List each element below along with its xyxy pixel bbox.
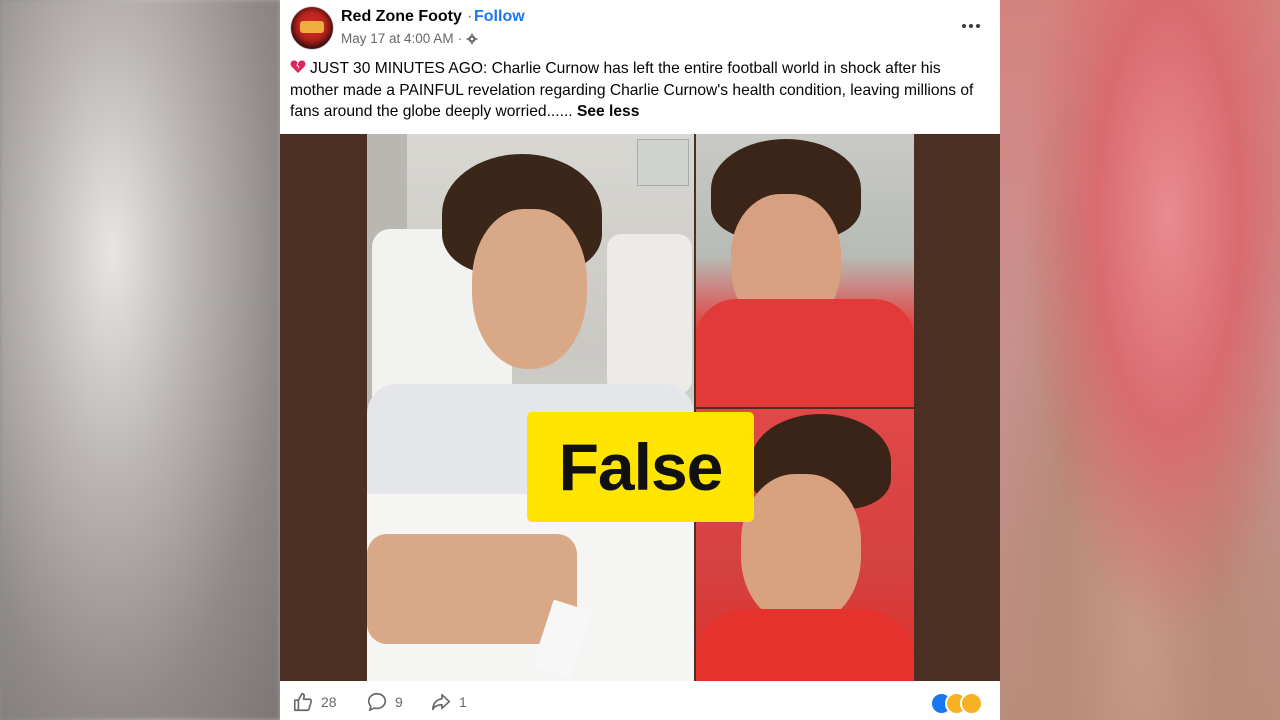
share-count: 1 — [459, 694, 467, 710]
see-less-link[interactable]: See less — [577, 103, 639, 120]
share-button[interactable]: 1 — [430, 684, 467, 720]
comment-icon — [367, 692, 387, 712]
hospital-photo — [367, 134, 694, 681]
blurred-background-left — [0, 0, 280, 720]
facebook-post: Red Zone Footy · Follow May 17 at 4:00 A… — [280, 0, 1000, 720]
sad-reaction-icon — [960, 692, 983, 715]
false-rating-badge: False — [527, 412, 754, 522]
post-timestamp[interactable]: May 17 at 4:00 AM — [341, 31, 454, 46]
avatar-logo — [300, 21, 324, 33]
separator-dot: · — [457, 31, 463, 46]
settings-icon[interactable] — [466, 33, 478, 45]
thumbs-up-icon — [293, 692, 313, 712]
share-icon — [431, 693, 451, 711]
page-name[interactable]: Red Zone Footy — [341, 8, 462, 26]
page-avatar[interactable] — [290, 6, 334, 50]
blurred-background-right — [1000, 0, 1280, 720]
like-button[interactable]: 28 — [292, 684, 337, 720]
player-photo-top — [696, 134, 914, 407]
more-options-icon[interactable] — [958, 14, 984, 38]
comment-count: 9 — [395, 694, 403, 710]
post-meta: May 17 at 4:00 AM · — [341, 31, 478, 46]
comment-button[interactable]: 9 — [366, 684, 403, 720]
broken-heart-icon — [290, 60, 306, 73]
post-header: Red Zone Footy · Follow May 17 at 4:00 A… — [280, 0, 1000, 56]
like-count: 28 — [321, 694, 337, 710]
post-image[interactable]: False — [280, 134, 1000, 681]
separator-dot: · — [467, 8, 473, 25]
follow-button[interactable]: Follow — [474, 8, 525, 26]
post-body: JUST 30 MINUTES AGO: Charlie Curnow has … — [290, 58, 990, 123]
post-actions: 28 9 1 — [280, 684, 1000, 720]
reaction-summary[interactable] — [930, 692, 990, 715]
